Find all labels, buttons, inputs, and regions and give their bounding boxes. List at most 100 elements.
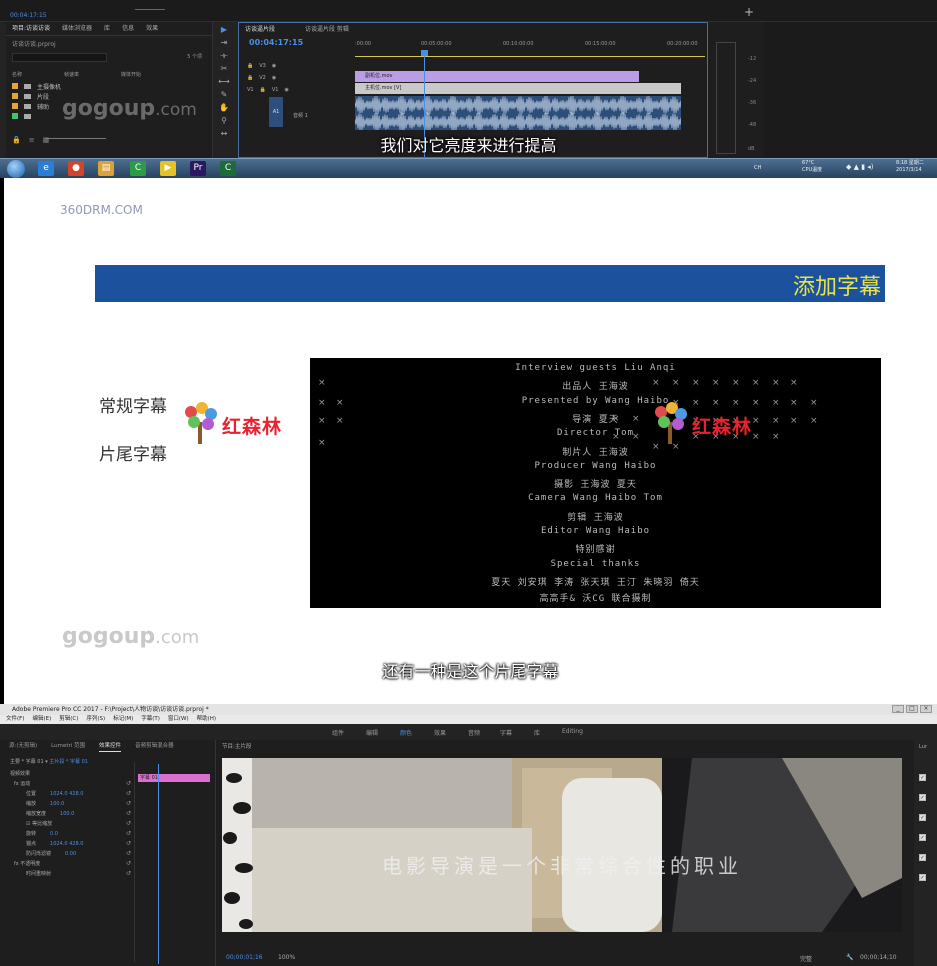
effect-param-row[interactable]: 缩放 100.0 <box>10 800 64 807</box>
taskbar-icon-5[interactable]: Pr <box>190 161 206 176</box>
hand-icon[interactable]: ✋ <box>219 104 229 112</box>
param-value[interactable]: 1024.0 428.0 <box>50 791 83 797</box>
taskbar-icon-3[interactable]: C <box>130 161 146 176</box>
tab-sequence-1[interactable]: 访谈逼片段 <box>245 23 275 36</box>
effect-param-row[interactable]: ☑ 等比缩放 <box>10 820 66 827</box>
checkbox[interactable]: ✓ <box>919 794 926 801</box>
add-icon[interactable]: + <box>744 5 754 19</box>
menu-help[interactable]: 帮助(H) <box>197 715 216 724</box>
taskbar-icon-0[interactable]: e <box>38 161 54 176</box>
clock[interactable]: 8:18 星期二 2017/3/14 <box>896 160 924 174</box>
menu-clip[interactable]: 剪辑(C) <box>59 715 78 724</box>
tray-icons[interactable]: ◆ ▲ ▮ ◂) <box>846 164 874 171</box>
lock-icon[interactable]: 🔒 <box>260 87 266 93</box>
checkbox[interactable]: ✓ <box>919 834 926 841</box>
track-a1-patch[interactable]: A1 <box>269 97 283 127</box>
param-value[interactable]: 0.00 <box>65 851 76 857</box>
effect-param-row[interactable]: fx 不透明度 <box>10 860 54 867</box>
workspace-custom[interactable]: Editing <box>562 728 583 735</box>
close-button[interactable]: × <box>920 705 932 713</box>
zoom-select[interactable]: 100% <box>278 954 295 961</box>
menu-title[interactable]: 字幕(T) <box>141 715 160 724</box>
eye-icon[interactable]: ◉ <box>272 63 276 69</box>
tab-library[interactable]: 库 <box>104 22 110 35</box>
source-patch[interactable]: V1 <box>247 87 254 93</box>
maximize-button[interactable]: □ <box>906 705 918 713</box>
column-name[interactable]: 名称 <box>12 71 22 78</box>
taskbar-icon-2[interactable]: ▤ <box>98 161 114 176</box>
tab-source[interactable]: 源:(无剪辑) <box>9 740 37 752</box>
reset-icon[interactable]: ↺ <box>126 790 131 797</box>
effect-param-row[interactable]: 时间重映射 <box>10 870 65 877</box>
mini-playhead[interactable] <box>158 764 159 964</box>
workspace-titles[interactable]: 字幕 <box>500 728 512 737</box>
reset-icon[interactable]: ↺ <box>126 820 131 827</box>
pen-icon[interactable]: ✎ <box>221 91 228 99</box>
menu-sequence[interactable]: 序列(S) <box>86 715 105 724</box>
workspace-audio[interactable]: 音频 <box>468 728 480 737</box>
reset-icon[interactable]: ↺ <box>126 840 131 847</box>
tab-effect-controls[interactable]: 效果控件 <box>99 740 122 752</box>
workspace-effects[interactable]: 效果 <box>434 728 446 737</box>
workspace-assembly[interactable]: 组件 <box>332 728 344 737</box>
checkbox[interactable]: ✓ <box>919 854 926 861</box>
ripple-edit-icon[interactable]: ⟛ <box>220 52 227 60</box>
reset-icon[interactable]: ↺ <box>126 780 131 787</box>
program-title[interactable]: 节目:主片段 <box>222 742 251 750</box>
column-framerate[interactable]: 帧速率 <box>64 71 79 78</box>
eye-icon[interactable]: ◉ <box>284 87 288 93</box>
eye-icon[interactable]: ◉ <box>272 75 276 81</box>
effect-param-row[interactable]: 防闪烁滤镜 0.00 <box>10 850 76 857</box>
workspace-libraries[interactable]: 库 <box>534 728 540 737</box>
razor-icon[interactable]: ✂ <box>221 65 228 73</box>
checkbox[interactable]: ✓ <box>919 814 926 821</box>
mini-timeline-clip[interactable]: 字幕 01 <box>138 774 210 782</box>
clip-v1[interactable]: 主机位.mov [V] <box>355 83 681 94</box>
param-value[interactable]: 100.0 <box>50 801 64 807</box>
param-value[interactable]: 100.0 <box>60 811 74 817</box>
param-value[interactable]: 0.0 <box>50 831 58 837</box>
effect-param-row[interactable]: 位置 1024.0 428.0 <box>10 790 83 797</box>
tab-effects[interactable]: 效果 <box>146 22 158 35</box>
slip-icon[interactable]: ⟷ <box>218 78 229 86</box>
taskbar-icon-1[interactable]: ● <box>68 161 84 176</box>
timeline-timecode[interactable]: 00:04:17:15 <box>249 38 303 47</box>
minimize-button[interactable]: _ <box>892 705 904 713</box>
effect-param-row[interactable]: 锚点 1024.0 428.0 <box>10 840 83 847</box>
effect-param-row[interactable]: 缩放宽度 100.0 <box>10 810 74 817</box>
wrench-icon[interactable]: 🔧 <box>846 954 853 961</box>
zoom-icon[interactable]: ⚲ <box>221 117 227 125</box>
source-timecode[interactable]: 00:04:17:15 <box>10 12 47 19</box>
program-timecode[interactable]: 00;00;01;16 <box>226 954 263 961</box>
workspace-color[interactable]: 颜色 <box>400 728 412 737</box>
reset-icon[interactable]: ↺ <box>126 870 131 877</box>
lock-icon[interactable]: 🔒 <box>247 75 253 81</box>
track-header-v3[interactable]: 🔒 V3 ◉ <box>239 60 355 72</box>
reset-icon[interactable]: ↺ <box>126 800 131 807</box>
tab-project[interactable]: 项目:访谈访谈 <box>12 22 50 35</box>
reset-icon[interactable]: ↺ <box>126 860 131 867</box>
list-item[interactable]: 主摄像机 <box>6 81 212 91</box>
quality-select[interactable]: 完整 <box>800 954 812 963</box>
track-header-v1[interactable]: V1 🔒 V1 ◉ <box>239 84 355 96</box>
time-ruler[interactable]: :00:00 00:05:00:00 00:10:00:00 00:15:00:… <box>355 41 705 51</box>
tab-audio-mixer[interactable]: 音频剪辑混合器 <box>135 740 174 752</box>
track-header-v2[interactable]: 🔒 V2 ◉ <box>239 72 355 84</box>
tab-info[interactable]: 信息 <box>122 22 134 35</box>
param-value[interactable]: 1024.0 428.0 <box>50 841 83 847</box>
start-button[interactable] <box>7 160 25 178</box>
track-select-icon[interactable]: ⇥ <box>221 39 228 47</box>
lock-icon[interactable]: 🔒 <box>247 63 253 69</box>
checkbox[interactable]: ✓ <box>919 774 926 781</box>
tab-lumetri-scopes[interactable]: Lumetri 范围 <box>51 740 85 752</box>
menu-edit[interactable]: 编辑(E) <box>32 715 51 724</box>
selection-tool-icon[interactable]: ▶ <box>221 26 227 34</box>
source-seekbar[interactable] <box>135 4 165 10</box>
audio-clip-waveform[interactable] <box>355 96 681 130</box>
tab-sequence-2[interactable]: 访谈逼片段 剪辑 <box>305 23 349 36</box>
menu-marker[interactable]: 标记(M) <box>113 715 133 724</box>
project-search-input[interactable] <box>12 53 107 62</box>
taskbar-icon-4[interactable]: ▶ <box>160 161 176 176</box>
reset-icon[interactable]: ↺ <box>126 830 131 837</box>
clip-v2[interactable]: 副机位.mov <box>355 71 639 82</box>
